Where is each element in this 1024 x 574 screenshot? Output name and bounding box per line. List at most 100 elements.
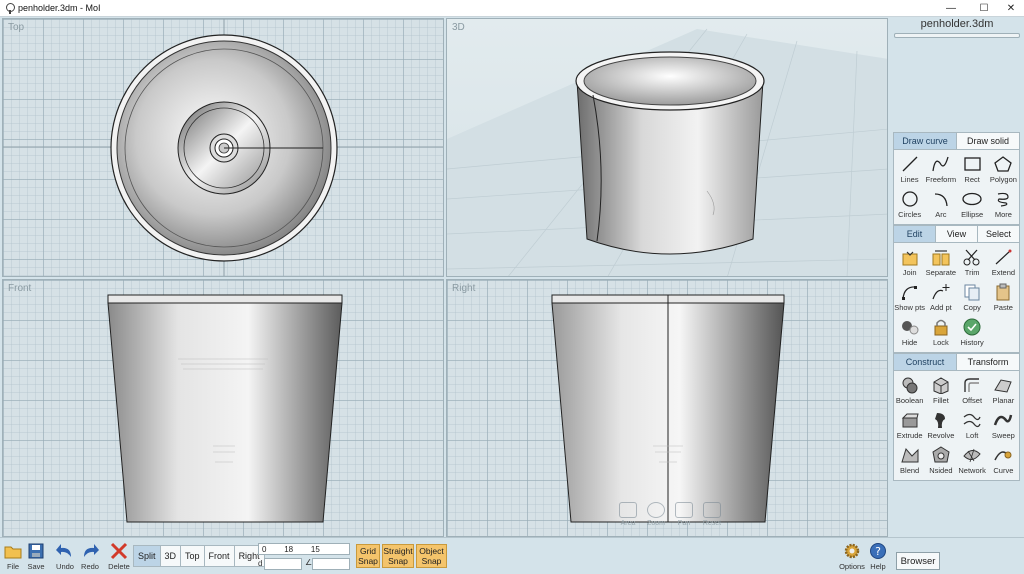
side-panel: penholder.3dm Draw curve Draw solid Line… — [890, 17, 1024, 537]
nav-pan-button[interactable]: Pan — [673, 502, 695, 527]
construct-tabs: Construct Transform — [894, 354, 1019, 371]
tool-fillet[interactable]: Fillet — [925, 373, 956, 408]
nav-area-button[interactable]: Area — [617, 502, 639, 527]
tab-view[interactable]: View — [936, 226, 978, 242]
distance-field[interactable] — [264, 558, 302, 570]
tool-offset[interactable]: Offset — [957, 373, 988, 408]
tool-polygon[interactable]: Polygon — [988, 152, 1019, 187]
tool-lines[interactable]: Lines — [894, 152, 925, 187]
view-front-button[interactable]: Front — [205, 546, 235, 566]
edit-palette: Edit View Select Join Separate Trim Exte… — [893, 225, 1020, 353]
edit-tools: Join Separate Trim Extend Show pts Add p… — [894, 243, 1019, 352]
right-view-drawing — [551, 294, 785, 523]
tool-blend[interactable]: Blend — [894, 443, 925, 478]
join-icon — [902, 251, 918, 266]
tool-revolve[interactable]: Revolve — [925, 408, 956, 443]
redo-icon — [84, 544, 99, 557]
straight-snap-toggle[interactable]: Straight Snap — [382, 544, 414, 568]
tool-planar[interactable]: Planar — [988, 373, 1019, 408]
tool-sweep[interactable]: Sweep — [988, 408, 1019, 443]
tool-boolean[interactable]: Boolean — [894, 373, 925, 408]
minimize-button[interactable]: — — [936, 0, 966, 17]
tool-rect[interactable]: Rect — [957, 152, 988, 187]
window-title: penholder.3dm - MoI — [18, 3, 101, 13]
tool-paste[interactable]: Paste — [988, 280, 1019, 315]
view-split-button[interactable]: Split — [134, 546, 161, 566]
blend-icon — [900, 447, 919, 463]
xyz-coordinate-field[interactable] — [258, 543, 350, 555]
viewport-top[interactable]: Top — [2, 18, 444, 277]
object-snap-toggle[interactable]: Object Snap — [416, 544, 447, 568]
file-name: penholder.3dm — [920, 18, 994, 30]
tool-loft[interactable]: Loft — [957, 408, 988, 443]
tool-show-pts[interactable]: Show pts — [894, 280, 925, 315]
construct-tools: Boolean Fillet Offset Planar Extrude Rev… — [894, 371, 1019, 480]
undo-button[interactable]: Undo — [52, 541, 78, 571]
tool-network[interactable]: Network — [957, 443, 988, 478]
tool-circles[interactable]: Circles — [894, 187, 925, 222]
grid-snap-toggle[interactable]: Grid Snap — [356, 544, 380, 568]
draw-tools: Lines Freeform Rect Polygon Circles Arc — [894, 150, 1019, 224]
view-navigation-tools: Area Zoom Pan Reset — [617, 502, 723, 527]
pan-arrows-icon — [675, 502, 693, 518]
view-3d-button[interactable]: 3D — [161, 546, 182, 566]
redo-button[interactable]: Redo — [77, 541, 103, 571]
top-view-drawing — [3, 19, 443, 276]
viewport-right[interactable]: Right Area Zoom Pan Reset — [446, 279, 888, 537]
viewport-3d[interactable]: 3D — [446, 18, 888, 277]
tab-construct[interactable]: Construct — [894, 354, 957, 370]
help-button[interactable]: ? Help — [865, 541, 891, 571]
save-button[interactable]: Save — [23, 541, 49, 571]
view-top-button[interactable]: Top — [181, 546, 205, 566]
folder-icon — [4, 546, 22, 559]
extend-icon — [995, 249, 1012, 265]
browser-button[interactable]: Browser — [896, 552, 940, 570]
file-name-bar — [894, 33, 1020, 38]
gear-icon — [844, 543, 860, 559]
construct-palette: Construct Transform Boolean Fillet Offse… — [893, 353, 1020, 481]
copy-icon — [964, 284, 980, 301]
tab-edit[interactable]: Edit — [894, 226, 936, 242]
tab-transform[interactable]: Transform — [957, 354, 1019, 370]
tool-hide[interactable]: Hide — [894, 315, 925, 350]
tool-separate[interactable]: Separate — [925, 245, 956, 280]
tool-history[interactable]: History — [957, 315, 988, 350]
options-button[interactable]: Options — [838, 541, 866, 571]
maximize-button[interactable]: ☐ — [969, 0, 999, 17]
delete-button[interactable]: Delete — [106, 541, 132, 571]
tab-select[interactable]: Select — [978, 226, 1019, 242]
tab-draw-curve[interactable]: Draw curve — [894, 133, 957, 149]
boolean-icon — [902, 377, 918, 394]
delete-x-icon — [110, 542, 128, 560]
undo-icon — [56, 544, 71, 557]
sweep-icon — [994, 414, 1013, 426]
perspective-view-drawing — [447, 28, 887, 276]
tool-trim[interactable]: Trim — [957, 245, 988, 280]
scissors-icon — [963, 249, 980, 266]
nav-zoom-button[interactable]: Zoom — [645, 502, 667, 527]
tool-lock[interactable]: Lock — [925, 315, 956, 350]
view-selector: Split 3D Top Front Right — [133, 545, 265, 567]
tool-extrude[interactable]: Extrude — [894, 408, 925, 443]
tool-join[interactable]: Join — [894, 245, 925, 280]
tool-nsided[interactable]: Nsided — [925, 443, 956, 478]
close-button[interactable]: ✕ — [996, 0, 1024, 17]
edit-tabs: Edit View Select — [894, 226, 1019, 243]
tool-curve[interactable]: Curve — [988, 443, 1019, 478]
tool-copy[interactable]: Copy — [957, 280, 988, 315]
tool-freeform[interactable]: Freeform — [925, 152, 956, 187]
viewport-front[interactable]: Front — [2, 279, 444, 537]
network-icon — [963, 448, 981, 463]
extrude-icon — [901, 413, 919, 428]
tool-arc[interactable]: Arc — [925, 187, 956, 222]
nav-reset-button[interactable]: Reset — [701, 502, 723, 527]
tool-ellipse[interactable]: Ellipse — [957, 187, 988, 222]
tab-draw-solid[interactable]: Draw solid — [957, 133, 1019, 149]
draw-tabs: Draw curve Draw solid — [894, 133, 1019, 150]
tool-more[interactable]: More — [988, 187, 1019, 222]
angle-field[interactable] — [312, 558, 350, 570]
hide-icon — [901, 321, 919, 335]
tool-add-pt[interactable]: Add pt — [925, 280, 956, 315]
straight-snap-label: Straight Snap — [383, 546, 413, 566]
tool-extend[interactable]: Extend — [988, 245, 1019, 280]
